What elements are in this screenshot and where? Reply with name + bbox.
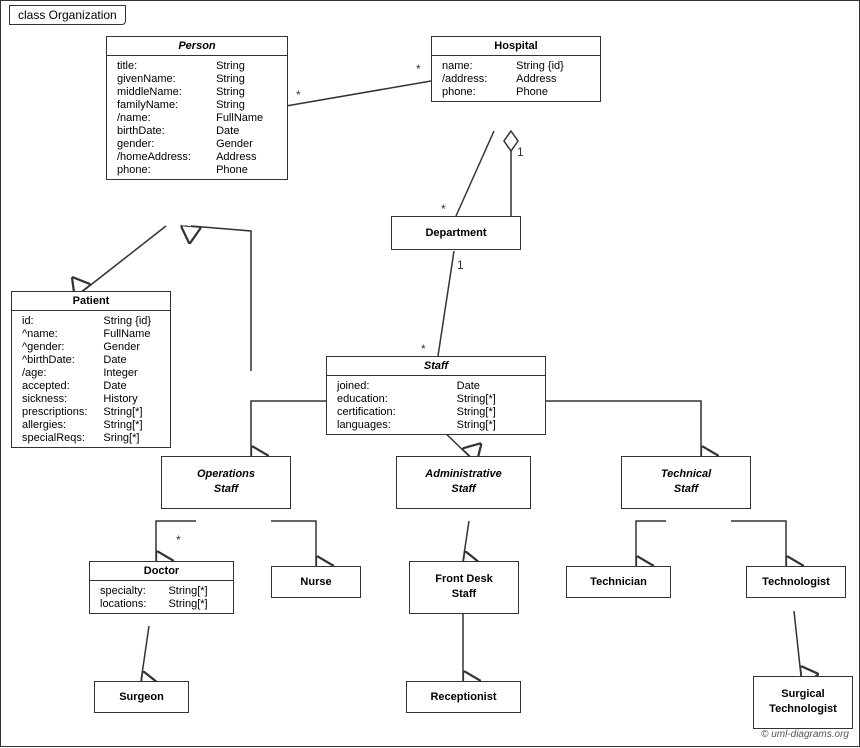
class-person-name: Person [107,37,287,56]
svg-text:*: * [421,342,426,356]
class-doctor-attrs: specialty:String[*] locations:String[*] [90,581,233,613]
class-person: Person title:String givenName:String mid… [106,36,288,180]
class-hospital: Hospital name:String {id} /address:Addre… [431,36,601,102]
class-patient-name: Patient [12,292,170,311]
class-operations-staff: OperationsStaff [161,456,291,509]
class-staff-attrs: joined:Date education:String[*] certific… [327,376,545,434]
diagram-container: class Organization [0,0,860,747]
svg-text:*: * [296,88,301,102]
class-surgeon-name: Surgeon [95,688,188,706]
class-hospital-name: Hospital [432,37,600,56]
class-technologist: Technologist [746,566,846,598]
class-front-desk-staff: Front DeskStaff [409,561,519,614]
svg-text:*: * [176,533,181,547]
diagram-title: class Organization [9,5,126,25]
class-receptionist-name: Receptionist [407,688,520,706]
class-person-attrs: title:String givenName:String middleName… [107,56,287,179]
class-nurse: Nurse [271,566,361,598]
class-frontdesk-name: Front DeskStaff [410,566,518,609]
class-nurse-name: Nurse [272,573,360,591]
class-doctor-name: Doctor [90,562,233,581]
copyright: © uml-diagrams.org [761,729,849,740]
class-staff: Staff joined:Date education:String[*] ce… [326,356,546,435]
class-technologist-name: Technologist [747,573,845,591]
class-patient-attrs: id:String {id} ^name:FullName ^gender:Ge… [12,311,170,447]
svg-text:*: * [416,62,421,76]
svg-text:1: 1 [457,258,464,272]
class-tech-name: TechnicalStaff [622,461,750,504]
class-receptionist: Receptionist [406,681,521,713]
class-surgeon: Surgeon [94,681,189,713]
class-department: Department [391,216,521,250]
class-administrative-staff: AdministrativeStaff [396,456,531,509]
class-surgical-technologist: SurgicalTechnologist [753,676,853,729]
class-doctor: Doctor specialty:String[*] locations:Str… [89,561,234,614]
class-surtech-name: SurgicalTechnologist [754,681,852,724]
class-hospital-attrs: name:String {id} /address:Address phone:… [432,56,600,101]
class-admin-name: AdministrativeStaff [397,461,530,504]
class-patient: Patient id:String {id} ^name:FullName ^g… [11,291,171,448]
class-staff-name: Staff [327,357,545,376]
class-ops-name: OperationsStaff [162,461,290,504]
class-technician-name: Technician [567,573,670,591]
class-technician: Technician [566,566,671,598]
svg-text:*: * [441,202,446,216]
svg-text:1: 1 [517,145,524,159]
class-department-name: Department [392,221,520,245]
class-technical-staff: TechnicalStaff [621,456,751,509]
